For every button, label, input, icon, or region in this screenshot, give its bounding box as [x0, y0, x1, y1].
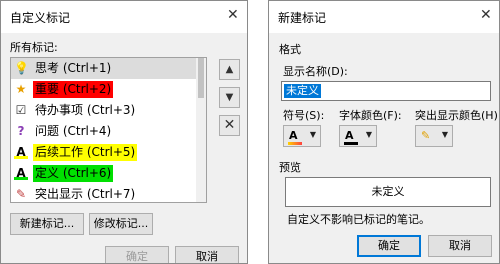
- font-color-bar: [344, 142, 358, 145]
- preview-box: 未定义: [285, 177, 491, 207]
- arrow-up-icon: ▲: [225, 64, 234, 75]
- preview-section-label: 预览: [279, 161, 301, 174]
- tags-list[interactable]: 💡 思考 (Ctrl+1) ★ 重要 (Ctrl+2) ☑ 待办事项 (Ctrl…: [10, 57, 207, 203]
- ok-button[interactable]: 确定: [105, 246, 169, 263]
- tag-item-definition[interactable]: A 定义 (Ctrl+6): [11, 163, 197, 184]
- display-name-input[interactable]: 未定义: [281, 81, 491, 101]
- tag-item-label: 后续工作 (Ctrl+5): [33, 144, 138, 161]
- title-bar: 自定义标记 ✕: [1, 1, 247, 33]
- dialog-title: 自定义标记: [10, 11, 71, 25]
- tag-item-label: 待办事项 (Ctrl+3): [35, 103, 136, 117]
- tag-item-important[interactable]: ★ 重要 (Ctrl+2): [11, 79, 197, 100]
- tag-item-label: 突出显示 (Ctrl+7): [35, 187, 136, 201]
- tag-item-todo[interactable]: ☑ 待办事项 (Ctrl+3): [11, 100, 197, 121]
- lightbulb-icon: 💡: [14, 61, 29, 75]
- tag-item-label: 定义 (Ctrl+6): [33, 165, 114, 182]
- all-tags-label: 所有标记:: [10, 41, 58, 54]
- tag-item-label: 重要 (Ctrl+2): [33, 81, 114, 98]
- display-name-value: 未定义: [284, 84, 321, 98]
- checkbox-icon: ☑: [15, 103, 27, 117]
- symbol-label: 符号(S):: [283, 109, 325, 122]
- display-name-label: 显示名称(D):: [283, 65, 348, 78]
- symbol-color-bar: [288, 142, 302, 145]
- note-text: 自定义不影响已标记的笔记。: [287, 213, 430, 226]
- move-up-button[interactable]: ▲: [219, 59, 240, 80]
- cancel-button[interactable]: 取消: [428, 235, 492, 257]
- tag-item-think[interactable]: 💡 思考 (Ctrl+1): [11, 58, 197, 79]
- delete-tag-button[interactable]: ✕: [219, 115, 240, 136]
- chevron-down-icon: ▼: [441, 130, 448, 139]
- highlighter-icon: ✎: [421, 129, 431, 142]
- dialog-title: 新建标记: [278, 11, 327, 25]
- font-color-label: 字体颜色(F):: [339, 109, 402, 122]
- close-icon[interactable]: ✕: [480, 7, 492, 23]
- highlight-color-picker[interactable]: ✎ ▼: [415, 125, 453, 147]
- new-tag-dialog: 新建标记 ✕ 格式 显示名称(D): 未定义 符号(S): 字体颜色(F): 突…: [268, 0, 500, 264]
- arrow-down-icon: ▼: [225, 92, 234, 103]
- delete-x-icon: ✕: [223, 117, 236, 133]
- star-icon: ★: [15, 82, 27, 96]
- symbol-picker[interactable]: A ▼: [283, 125, 321, 147]
- tag-item-label: 问题 (Ctrl+4): [35, 124, 112, 138]
- close-icon[interactable]: ✕: [227, 7, 239, 23]
- tag-item-highlight[interactable]: ✎ 突出显示 (Ctrl+7): [11, 184, 197, 202]
- cancel-button[interactable]: 取消: [175, 246, 239, 263]
- font-color-picker[interactable]: A ▼: [339, 125, 377, 147]
- move-down-button[interactable]: ▼: [219, 87, 240, 108]
- font-color-a-icon: A: [14, 145, 28, 159]
- new-tag-button[interactable]: 新建标记...: [10, 213, 84, 235]
- font-color-a-icon: A: [14, 166, 28, 180]
- scrollbar-thumb[interactable]: [198, 58, 204, 98]
- tag-item-question[interactable]: ? 问题 (Ctrl+4): [11, 121, 197, 142]
- pen-icon: ✎: [15, 187, 27, 201]
- chevron-down-icon: ▼: [309, 130, 316, 139]
- tag-item-followup[interactable]: A 后续工作 (Ctrl+5): [11, 142, 197, 163]
- modify-tag-button[interactable]: 修改标记...: [89, 213, 153, 235]
- chevron-down-icon: ▼: [365, 130, 372, 139]
- symbol-a-icon: A: [289, 129, 298, 142]
- customize-tags-dialog: 自定义标记 ✕ 所有标记: 💡 思考 (Ctrl+1) ★ 重要 (Ctrl+2…: [0, 0, 248, 264]
- question-icon: ?: [17, 124, 25, 138]
- list-scrollbar[interactable]: [196, 58, 206, 202]
- format-section-label: 格式: [279, 43, 301, 56]
- ok-button[interactable]: 确定: [357, 235, 421, 257]
- highlight-color-label: 突出显示颜色(H):: [415, 109, 500, 122]
- title-bar: 新建标记 ✕: [269, 1, 499, 33]
- font-color-a-icon: A: [345, 129, 354, 142]
- tag-item-label: 思考 (Ctrl+1): [35, 61, 112, 75]
